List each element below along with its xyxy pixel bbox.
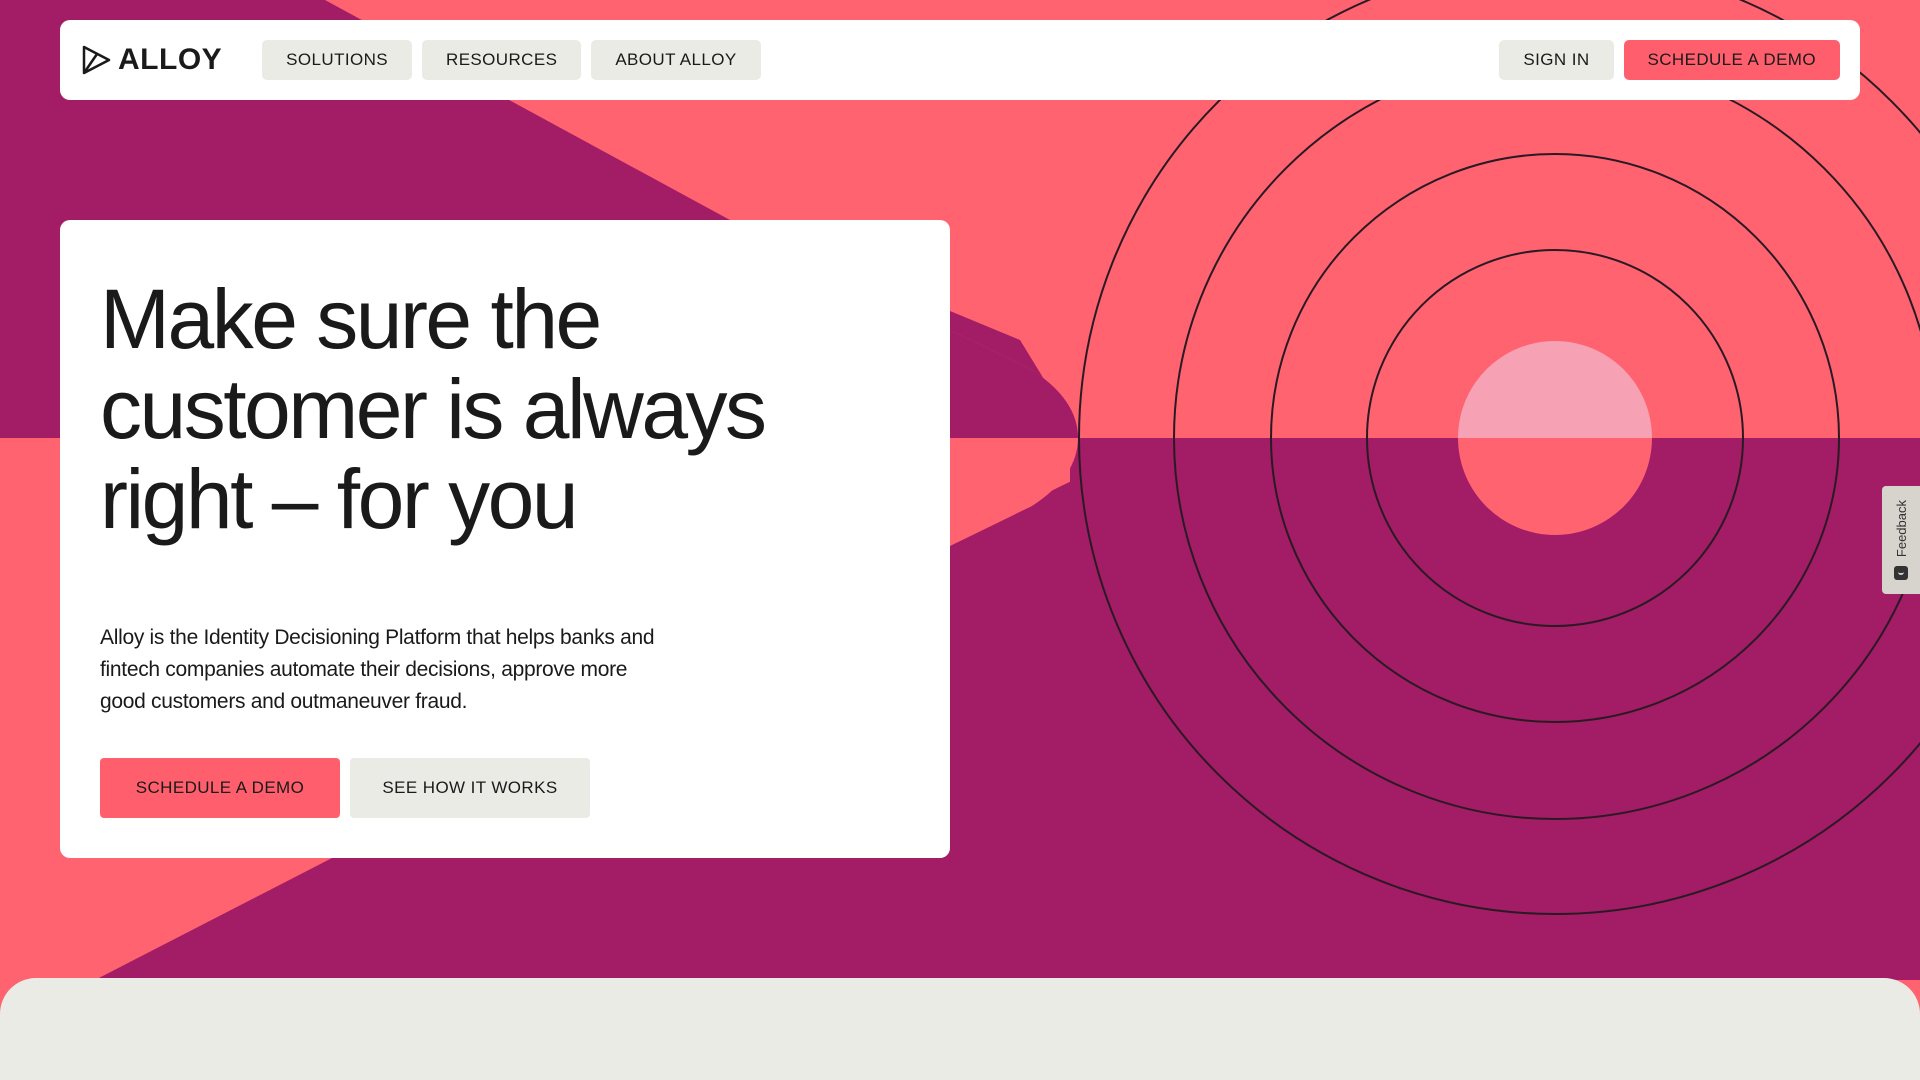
top-navigation-bar: ALLOY SOLUTIONS RESOURCES ABOUT ALLOY SI… [60,20,1860,100]
hero-title: Make sure the customer is always right –… [100,272,767,546]
nav-item-about-alloy[interactable]: ABOUT ALLOY [591,40,761,80]
logo-wordmark: ALLOY [118,43,223,76]
hero-actions: SCHEDULE A DEMO SEE HOW IT WORKS [100,758,590,818]
sign-in-button[interactable]: SIGN IN [1499,40,1614,80]
see-how-it-works-button[interactable]: SEE HOW IT WORKS [350,758,590,818]
feedback-tab[interactable]: Feedback [1882,486,1920,594]
schedule-demo-nav-button[interactable]: SCHEDULE A DEMO [1623,40,1840,80]
alloy-logo[interactable]: ALLOY [80,40,222,80]
nav-item-solutions[interactable]: SOLUTIONS [262,40,413,80]
next-section-panel [0,978,1920,1080]
schedule-demo-button[interactable]: SCHEDULE A DEMO [100,758,340,818]
alloy-logo-icon [82,45,111,75]
feedback-icon [1894,565,1908,580]
feedback-label: Feedback [1893,500,1909,558]
hero-description: Alloy is the Identity Decisioning Platfo… [100,626,655,713]
hero-card: Make sure the customer is always right –… [60,220,950,858]
nav-item-resources[interactable]: RESOURCES [422,40,582,80]
